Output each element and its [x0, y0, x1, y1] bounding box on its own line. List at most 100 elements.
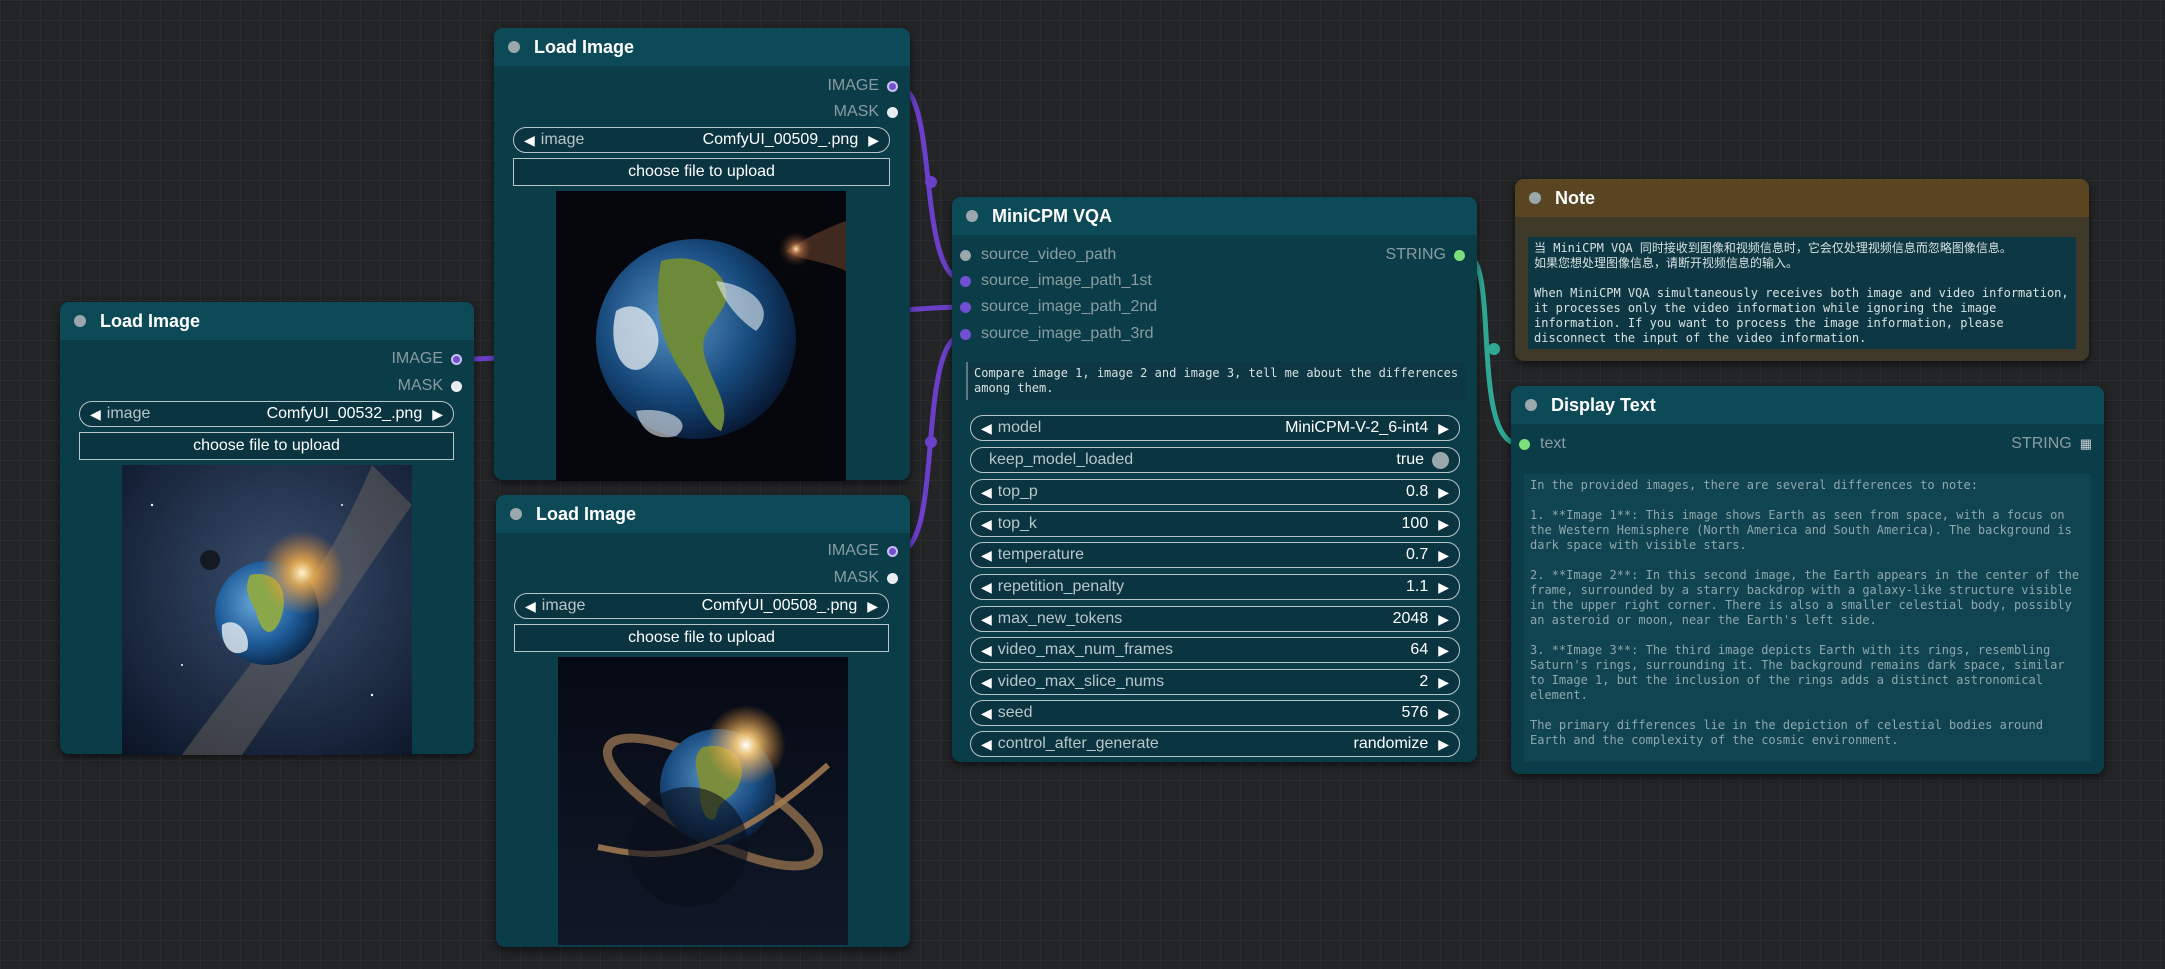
left-arrow-icon[interactable]: ◀: [981, 420, 992, 437]
image-preview: [122, 465, 412, 755]
right-arrow-icon[interactable]: ▶: [1438, 674, 1449, 691]
repetition-penalty-field[interactable]: ◀ repetition_penalty 1.1 ▶: [970, 574, 1460, 600]
output-image[interactable]: IMAGE: [827, 541, 898, 561]
top-k-field[interactable]: ◀ top_k 100 ▶: [970, 511, 1460, 537]
mask-slot-dot[interactable]: [451, 380, 462, 392]
image-slot-dot[interactable]: [887, 545, 898, 557]
right-arrow-icon[interactable]: ▶: [1438, 484, 1449, 501]
left-arrow-icon[interactable]: ◀: [981, 579, 992, 596]
input-source-image-path-1st[interactable]: source_image_path_1st: [960, 271, 1152, 291]
node-header[interactable]: MiniCPM VQA: [952, 197, 1477, 235]
input-source-image-path-2nd[interactable]: source_image_path_2nd: [960, 297, 1157, 317]
image-select[interactable]: ◀ image ComfyUI_00509_.png ▶: [513, 127, 890, 153]
node-header[interactable]: Load Image: [494, 28, 910, 66]
output-string[interactable]: STRING: [1386, 245, 1465, 265]
node-header[interactable]: Display Text: [1511, 386, 2104, 424]
left-arrow-icon[interactable]: ◀: [981, 705, 992, 722]
input-slot-dot[interactable]: [960, 249, 971, 261]
output-string[interactable]: STRING ▦: [2011, 434, 2092, 454]
input-text[interactable]: text: [1519, 434, 1566, 454]
image-select[interactable]: ◀ image ComfyUI_00508_.png ▶: [514, 593, 889, 619]
right-arrow-icon[interactable]: ▶: [1438, 642, 1449, 659]
video-max-num-frames-field[interactable]: ◀ video_max_num_frames 64 ▶: [970, 637, 1460, 663]
control-after-generate-select[interactable]: ◀ control_after_generate randomize ▶: [970, 731, 1460, 757]
link-midpoint: [1488, 343, 1500, 355]
image-select[interactable]: ◀ image ComfyUI_00532_.png ▶: [79, 401, 454, 427]
model-select[interactable]: ◀ model MiniCPM-V-2_6-int4 ▶: [970, 415, 1460, 441]
load-image-node-3[interactable]: Load Image IMAGE MASK ◀ image ComfyUI_00…: [496, 495, 910, 947]
output-image[interactable]: IMAGE: [391, 349, 462, 369]
node-title: Load Image: [534, 36, 635, 57]
upload-button[interactable]: choose file to upload: [514, 624, 889, 652]
left-arrow-icon[interactable]: ◀: [981, 516, 992, 533]
image-slot-dot[interactable]: [451, 353, 462, 365]
mask-slot-dot[interactable]: [887, 572, 898, 584]
collapse-dot[interactable]: [508, 41, 520, 53]
grid-icon[interactable]: ▦: [2080, 436, 2092, 452]
note-textarea[interactable]: 当 MiniCPM VQA 同时接收到图像和视频信息时，它会仅处理视频信息而忽略…: [1528, 237, 2076, 349]
left-arrow-icon[interactable]: ◀: [981, 736, 992, 753]
input-slot-dot[interactable]: [1519, 438, 1530, 450]
image-slot-dot[interactable]: [887, 80, 898, 92]
load-image-node-2[interactable]: Load Image IMAGE MASK ◀ image ComfyUI_00…: [494, 28, 910, 481]
load-image-node-1[interactable]: Load Image IMAGE MASK ◀ image ComfyUI_00…: [60, 302, 474, 755]
note-node[interactable]: Note 当 MiniCPM VQA 同时接收到图像和视频信息时，它会仅处理视频…: [1515, 179, 2089, 361]
right-arrow-icon[interactable]: ▶: [1438, 611, 1449, 628]
keep-model-loaded-toggle[interactable]: keep_model_loaded true: [970, 447, 1460, 473]
video-max-slice-nums-field[interactable]: ◀ video_max_slice_nums 2 ▶: [970, 669, 1460, 695]
string-slot-dot[interactable]: [1454, 249, 1465, 261]
image-preview: [556, 191, 846, 481]
minicpm-vqa-node[interactable]: MiniCPM VQA source_video_path source_ima…: [952, 197, 1477, 762]
left-arrow-icon[interactable]: ◀: [524, 132, 535, 149]
node-title: Note: [1555, 187, 1595, 208]
collapse-dot[interactable]: [510, 508, 522, 520]
temperature-field[interactable]: ◀ temperature 0.7 ▶: [970, 542, 1460, 568]
toggle-knob[interactable]: [1432, 451, 1449, 469]
node-title: Load Image: [536, 503, 637, 524]
left-arrow-icon[interactable]: ◀: [981, 484, 992, 501]
prompt-textarea[interactable]: Compare image 1, image 2 and image 3, te…: [966, 362, 1465, 400]
collapse-dot[interactable]: [1529, 192, 1541, 204]
display-textarea[interactable]: In the provided images, there are severa…: [1524, 474, 2091, 762]
link-midpoint: [925, 176, 937, 188]
node-header[interactable]: Note: [1515, 179, 2089, 217]
input-slot-dot[interactable]: [960, 275, 971, 287]
right-arrow-icon[interactable]: ▶: [1438, 579, 1449, 596]
collapse-dot[interactable]: [1525, 399, 1537, 411]
mask-slot-dot[interactable]: [887, 106, 898, 118]
input-source-image-path-3rd[interactable]: source_image_path_3rd: [960, 324, 1154, 344]
left-arrow-icon[interactable]: ◀: [525, 598, 536, 615]
upload-button[interactable]: choose file to upload: [79, 432, 454, 460]
right-arrow-icon[interactable]: ▶: [1438, 516, 1449, 533]
right-arrow-icon[interactable]: ▶: [868, 132, 879, 149]
node-header[interactable]: Load Image: [60, 302, 474, 340]
output-mask[interactable]: MASK: [398, 376, 462, 396]
max-new-tokens-field[interactable]: ◀ max_new_tokens 2048 ▶: [970, 606, 1460, 632]
input-slot-dot[interactable]: [960, 328, 971, 340]
upload-button[interactable]: choose file to upload: [513, 158, 890, 186]
output-image[interactable]: IMAGE: [827, 76, 898, 96]
left-arrow-icon[interactable]: ◀: [981, 674, 992, 691]
node-header[interactable]: Load Image: [496, 495, 910, 533]
right-arrow-icon[interactable]: ▶: [867, 598, 878, 615]
left-arrow-icon[interactable]: ◀: [981, 642, 992, 659]
right-arrow-icon[interactable]: ▶: [1438, 547, 1449, 564]
right-arrow-icon[interactable]: ▶: [1438, 705, 1449, 722]
left-arrow-icon[interactable]: ◀: [981, 611, 992, 628]
collapse-dot[interactable]: [966, 210, 978, 222]
input-source-video-path[interactable]: source_video_path: [960, 245, 1116, 265]
collapse-dot[interactable]: [74, 315, 86, 327]
link-midpoint: [925, 436, 937, 448]
input-slot-dot[interactable]: [960, 301, 971, 313]
display-text-node[interactable]: Display Text text STRING ▦ In the provid…: [1511, 386, 2104, 774]
top-p-field[interactable]: ◀ top_p 0.8 ▶: [970, 479, 1460, 505]
seed-field[interactable]: ◀ seed 576 ▶: [970, 700, 1460, 726]
output-mask[interactable]: MASK: [834, 102, 898, 122]
left-arrow-icon[interactable]: ◀: [981, 547, 992, 564]
image-preview: [558, 657, 848, 945]
right-arrow-icon[interactable]: ▶: [1438, 736, 1449, 753]
right-arrow-icon[interactable]: ▶: [432, 406, 443, 423]
right-arrow-icon[interactable]: ▶: [1438, 420, 1449, 437]
output-mask[interactable]: MASK: [834, 568, 898, 588]
left-arrow-icon[interactable]: ◀: [90, 406, 101, 423]
